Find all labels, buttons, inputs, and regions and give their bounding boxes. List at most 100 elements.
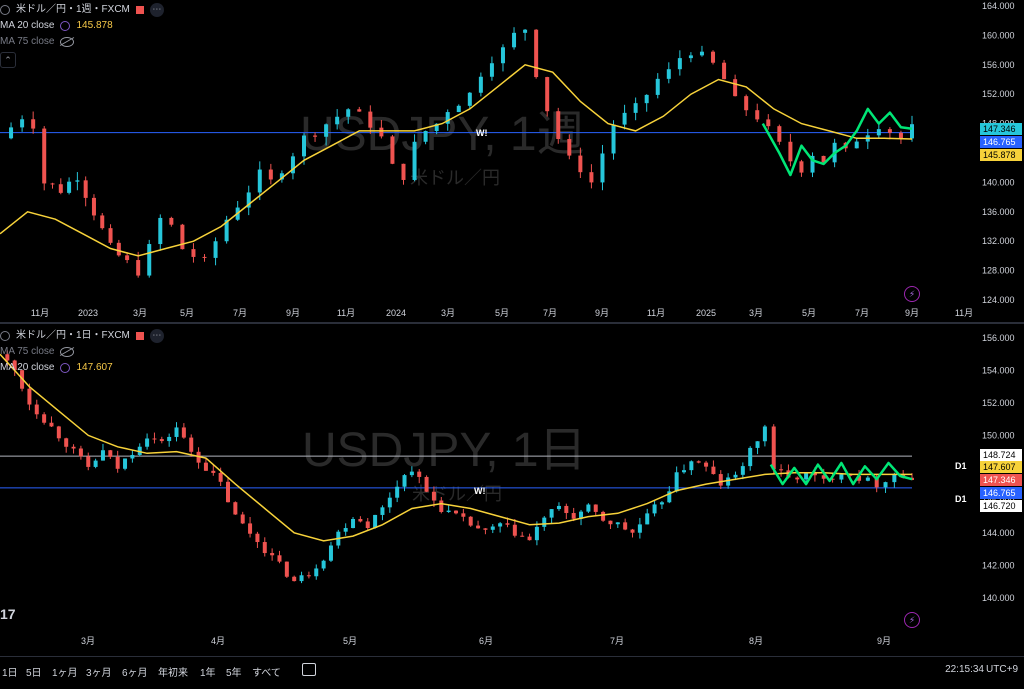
- candle-body: [147, 244, 152, 276]
- candle-body: [744, 96, 749, 111]
- watermark: USDJPY, 1週: [300, 108, 585, 161]
- candle-body: [91, 197, 96, 216]
- collapse-legend-button[interactable]: ⌃: [0, 52, 16, 68]
- time-tick: 8月: [749, 636, 763, 646]
- candle-body: [500, 47, 505, 64]
- time-tick: 2023: [78, 308, 98, 318]
- candle-body: [771, 426, 776, 470]
- candle-body: [42, 414, 47, 423]
- daily-title-row: 米ドル／円・1日・FXCM ⋯: [0, 328, 164, 344]
- price-tag: 147.346: [983, 475, 1016, 485]
- price-tick: 156.000: [982, 60, 1015, 70]
- range-button-5[interactable]: 年初来: [158, 664, 188, 679]
- candle-body: [380, 507, 385, 515]
- candle-body: [490, 526, 495, 530]
- ma20-label: MA 20 close: [0, 20, 55, 31]
- lightning-icon[interactable]: ⚡: [904, 286, 920, 302]
- candle-body: [42, 128, 47, 184]
- time-tick: 7月: [855, 308, 869, 318]
- candle-body: [78, 448, 83, 457]
- price-tick: 154.000: [982, 365, 1015, 375]
- symbol-logo-icon: [0, 331, 10, 341]
- candle-body: [645, 513, 650, 525]
- candle-body: [357, 109, 362, 112]
- candle-body: [726, 477, 731, 486]
- candle-body: [159, 439, 164, 442]
- more-options-icon[interactable]: ⋯: [149, 3, 164, 17]
- candle-body: [795, 477, 800, 480]
- flag-icon[interactable]: [135, 6, 144, 14]
- candle-body: [854, 141, 859, 149]
- candle-body: [86, 456, 91, 467]
- indicator-settings-icon[interactable]: [60, 21, 71, 31]
- candle-body: [75, 180, 80, 182]
- more-options-icon[interactable]: ⋯: [149, 329, 164, 343]
- flag-icon[interactable]: [135, 332, 144, 340]
- candle-body: [123, 458, 128, 469]
- range-button-4[interactable]: 6ヶ月: [122, 664, 148, 679]
- candle-body: [439, 500, 444, 512]
- time-tick: 11月: [31, 308, 49, 318]
- candle-body: [534, 526, 539, 541]
- weekly-ma75-row[interactable]: MA 75 close: [0, 34, 164, 50]
- lightning-icon[interactable]: ⚡: [904, 612, 920, 628]
- time-tick: 7月: [543, 308, 557, 318]
- candle-body: [34, 404, 39, 415]
- candle-body: [314, 568, 319, 577]
- weekly-title: 米ドル／円・1週・FXCM: [16, 4, 130, 15]
- candle-body: [652, 504, 657, 514]
- range-button-1[interactable]: 5日: [26, 664, 42, 679]
- candle-body: [324, 124, 329, 137]
- range-button-2[interactable]: 1ヶ月: [52, 664, 78, 679]
- candle-body: [174, 427, 179, 437]
- daily-chart-pane[interactable]: USDJPY, 1日 米ドル／円 W! 156.000 154.000 152.000 15…: [0, 324, 1024, 654]
- candle-body: [456, 105, 461, 113]
- candle-body: [512, 32, 517, 48]
- price-tick: 140.000: [982, 177, 1015, 187]
- weekly-chart-pane[interactable]: USDJPY, 1週 米ドル／円 W! 164.000 160.000 156.000 15…: [0, 0, 1024, 322]
- range-button-8[interactable]: すべて: [252, 664, 281, 679]
- candle-body: [299, 575, 304, 582]
- price-tag: 145.878: [983, 150, 1016, 160]
- range-button-0[interactable]: 1日: [2, 664, 18, 679]
- hidden-eye-icon[interactable]: [60, 347, 75, 357]
- candle-body: [158, 217, 163, 245]
- time-tick: 11月: [955, 308, 973, 318]
- range-button-3[interactable]: 3ヶ月: [86, 664, 112, 679]
- candle-body: [67, 181, 72, 193]
- tradingview-logo: 17: [0, 606, 16, 622]
- candle-body: [545, 77, 550, 112]
- daily-title: 米ドル／円・1日・FXCM: [16, 330, 130, 341]
- daily-legend: 米ドル／円・1日・FXCM ⋯ MA 75 close MA 20 close …: [0, 328, 164, 376]
- pattern-line: [761, 107, 913, 177]
- candle-body: [277, 555, 282, 562]
- range-button-7[interactable]: 5年: [226, 664, 242, 679]
- candle-body: [20, 119, 25, 128]
- candle-body: [542, 517, 547, 527]
- candle-body: [191, 249, 196, 257]
- price-tick: 142.000: [982, 560, 1015, 570]
- weekly-ma20-row[interactable]: MA 20 close 145.878: [0, 18, 164, 34]
- price-tick: 152.000: [982, 398, 1015, 408]
- candle-body: [226, 481, 230, 503]
- ma20-value: 145.878: [76, 20, 113, 31]
- daily-ma75-row[interactable]: MA 75 close: [0, 344, 164, 360]
- candle-body: [615, 522, 620, 525]
- symbol-logo-icon: [0, 5, 10, 15]
- candle-body: [876, 129, 881, 136]
- candle-body: [556, 505, 561, 510]
- candle-body: [788, 141, 793, 162]
- daily-ma20-row[interactable]: MA 20 close 147.607: [0, 360, 164, 376]
- price-tick: 132.000: [982, 236, 1015, 246]
- time-tick: 4月: [211, 636, 225, 646]
- candle-body: [483, 528, 488, 530]
- calendar-icon[interactable]: [302, 663, 316, 676]
- hidden-eye-icon[interactable]: [60, 37, 75, 47]
- timezone[interactable]: UTC+9: [986, 664, 1018, 675]
- range-button-6[interactable]: 1年: [200, 664, 216, 679]
- candle-body: [699, 51, 704, 56]
- indicator-settings-icon[interactable]: [60, 363, 71, 373]
- candle-body: [454, 510, 458, 514]
- candle-body: [892, 474, 897, 483]
- candle-body: [608, 520, 613, 525]
